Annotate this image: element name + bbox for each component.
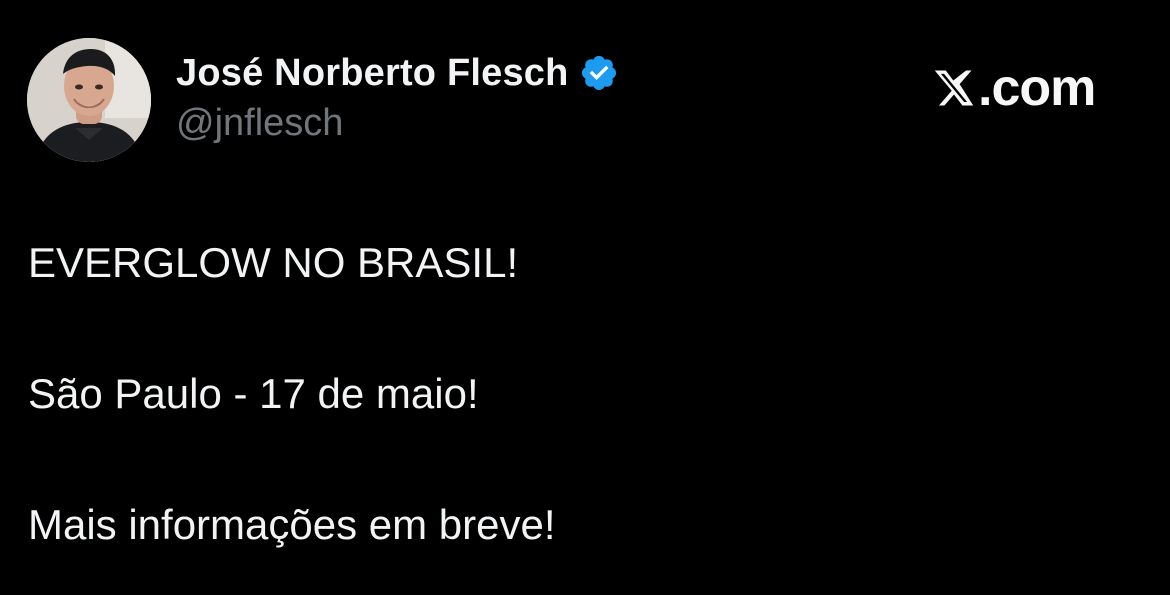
tweet-body: EVERGLOW NO BRASIL! São Paulo - 17 de ma… <box>28 238 1128 550</box>
author-name-row: José Norberto Flesch <box>176 50 619 96</box>
brand-domain: .com <box>978 59 1096 117</box>
x-logo-icon <box>932 67 976 109</box>
author-handle[interactable]: @jnflesch <box>176 102 619 145</box>
tweet-text-line: EVERGLOW NO BRASIL! <box>28 239 519 286</box>
tweet-card: José Norberto Flesch @jnflesch .com EVER… <box>0 0 1170 595</box>
avatar[interactable] <box>27 38 151 162</box>
brand-mark: .com <box>932 58 1096 118</box>
tweet-text-line: Mais informações em breve! <box>28 501 556 548</box>
verified-badge-icon <box>579 53 619 93</box>
tweet-text-line: São Paulo - 17 de maio! <box>28 370 479 417</box>
author-name[interactable]: José Norberto Flesch <box>176 52 569 95</box>
author-block: José Norberto Flesch @jnflesch <box>176 50 619 145</box>
